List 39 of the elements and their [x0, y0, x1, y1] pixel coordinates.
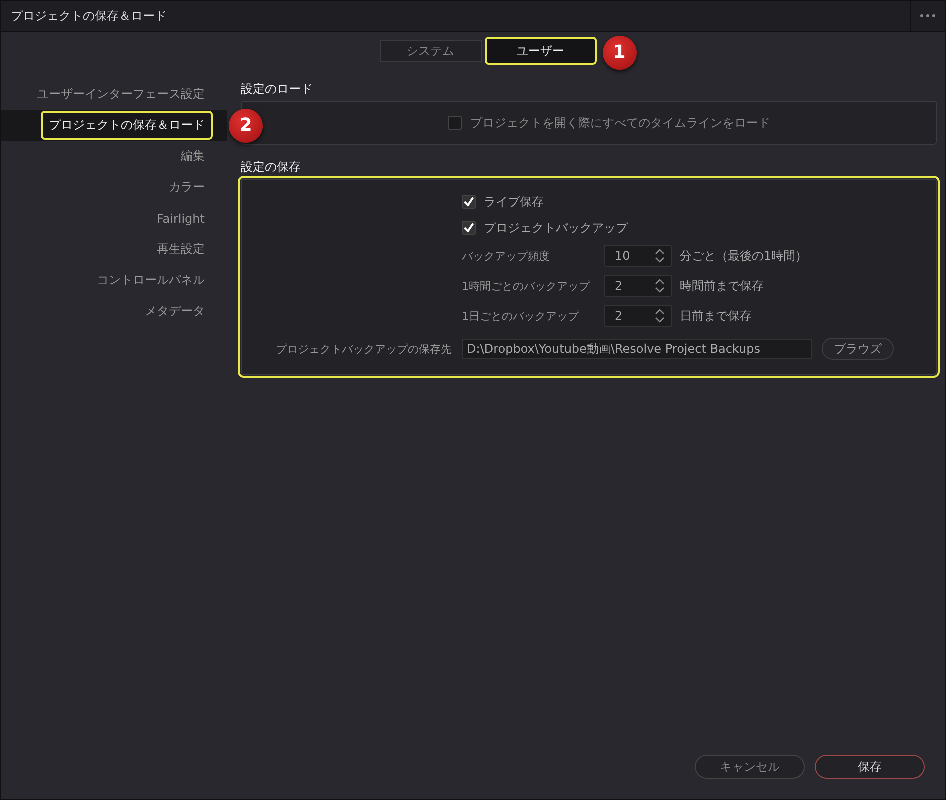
window-title: プロジェクトの保存＆ロード: [10, 8, 167, 24]
sidebar-item[interactable]: ユーザーインターフェース設定: [29, 80, 213, 109]
field-label: 1時間ごとのバックアップ: [462, 278, 592, 294]
tab[interactable]: ユーザー: [484, 37, 596, 65]
up-down-chevron-icon: [655, 278, 665, 294]
field-label: バックアップ頻度: [462, 248, 551, 264]
number-spinbox[interactable]: 2: [604, 275, 672, 297]
section-heading: 設定の保存: [241, 159, 302, 176]
unit-label: 分ごと（最後の1時間）: [680, 248, 808, 264]
checkbox-label: プロジェクトを開く際にすべてのタイムラインをロード: [470, 114, 770, 132]
sidebar-item[interactable]: 編集: [173, 142, 213, 171]
section-heading: 設定のロード: [241, 81, 314, 98]
number-spinbox[interactable]: 2: [604, 305, 672, 327]
sidebar-item[interactable]: メタデータ: [137, 297, 213, 326]
tab[interactable]: システム: [380, 40, 482, 62]
checkbox[interactable]: [462, 195, 476, 209]
checkbox[interactable]: [448, 116, 462, 130]
field-label: プロジェクトバックアップの保存先: [275, 342, 452, 356]
checkbox[interactable]: [462, 221, 476, 235]
up-down-chevron-icon: [655, 308, 665, 324]
unit-label: 日前まで保存: [680, 308, 752, 324]
callout-badge: 2: [229, 108, 263, 142]
checkbox-label: プロジェクトバックアップ: [484, 220, 628, 236]
sidebar-item[interactable]: プロジェクトの保存＆ロード: [41, 111, 213, 140]
callout-badge: 1: [602, 36, 636, 70]
cancel-button[interactable]: キャンセル: [695, 755, 805, 779]
up-down-chevron-icon: [655, 248, 665, 264]
unit-label: 時間前まで保存: [680, 278, 764, 294]
browse-button[interactable]: ブラウズ: [822, 338, 894, 360]
number-spinbox[interactable]: 10: [604, 245, 672, 267]
path-input-field[interactable]: D:\Dropbox\Youtube動画\Resolve Project Backups: [462, 339, 812, 359]
sidebar-item[interactable]: Fairlight: [148, 206, 213, 232]
sidebar-item[interactable]: コントロールパネル: [89, 266, 213, 295]
field-label: 1日ごとのバックアップ: [462, 308, 580, 324]
save-button[interactable]: 保存: [815, 755, 925, 779]
sidebar-item[interactable]: カラー: [161, 173, 213, 202]
more-icon: [920, 14, 936, 18]
sidebar-item[interactable]: 再生設定: [149, 235, 213, 264]
checkbox-label: ライブ保存: [484, 194, 544, 210]
